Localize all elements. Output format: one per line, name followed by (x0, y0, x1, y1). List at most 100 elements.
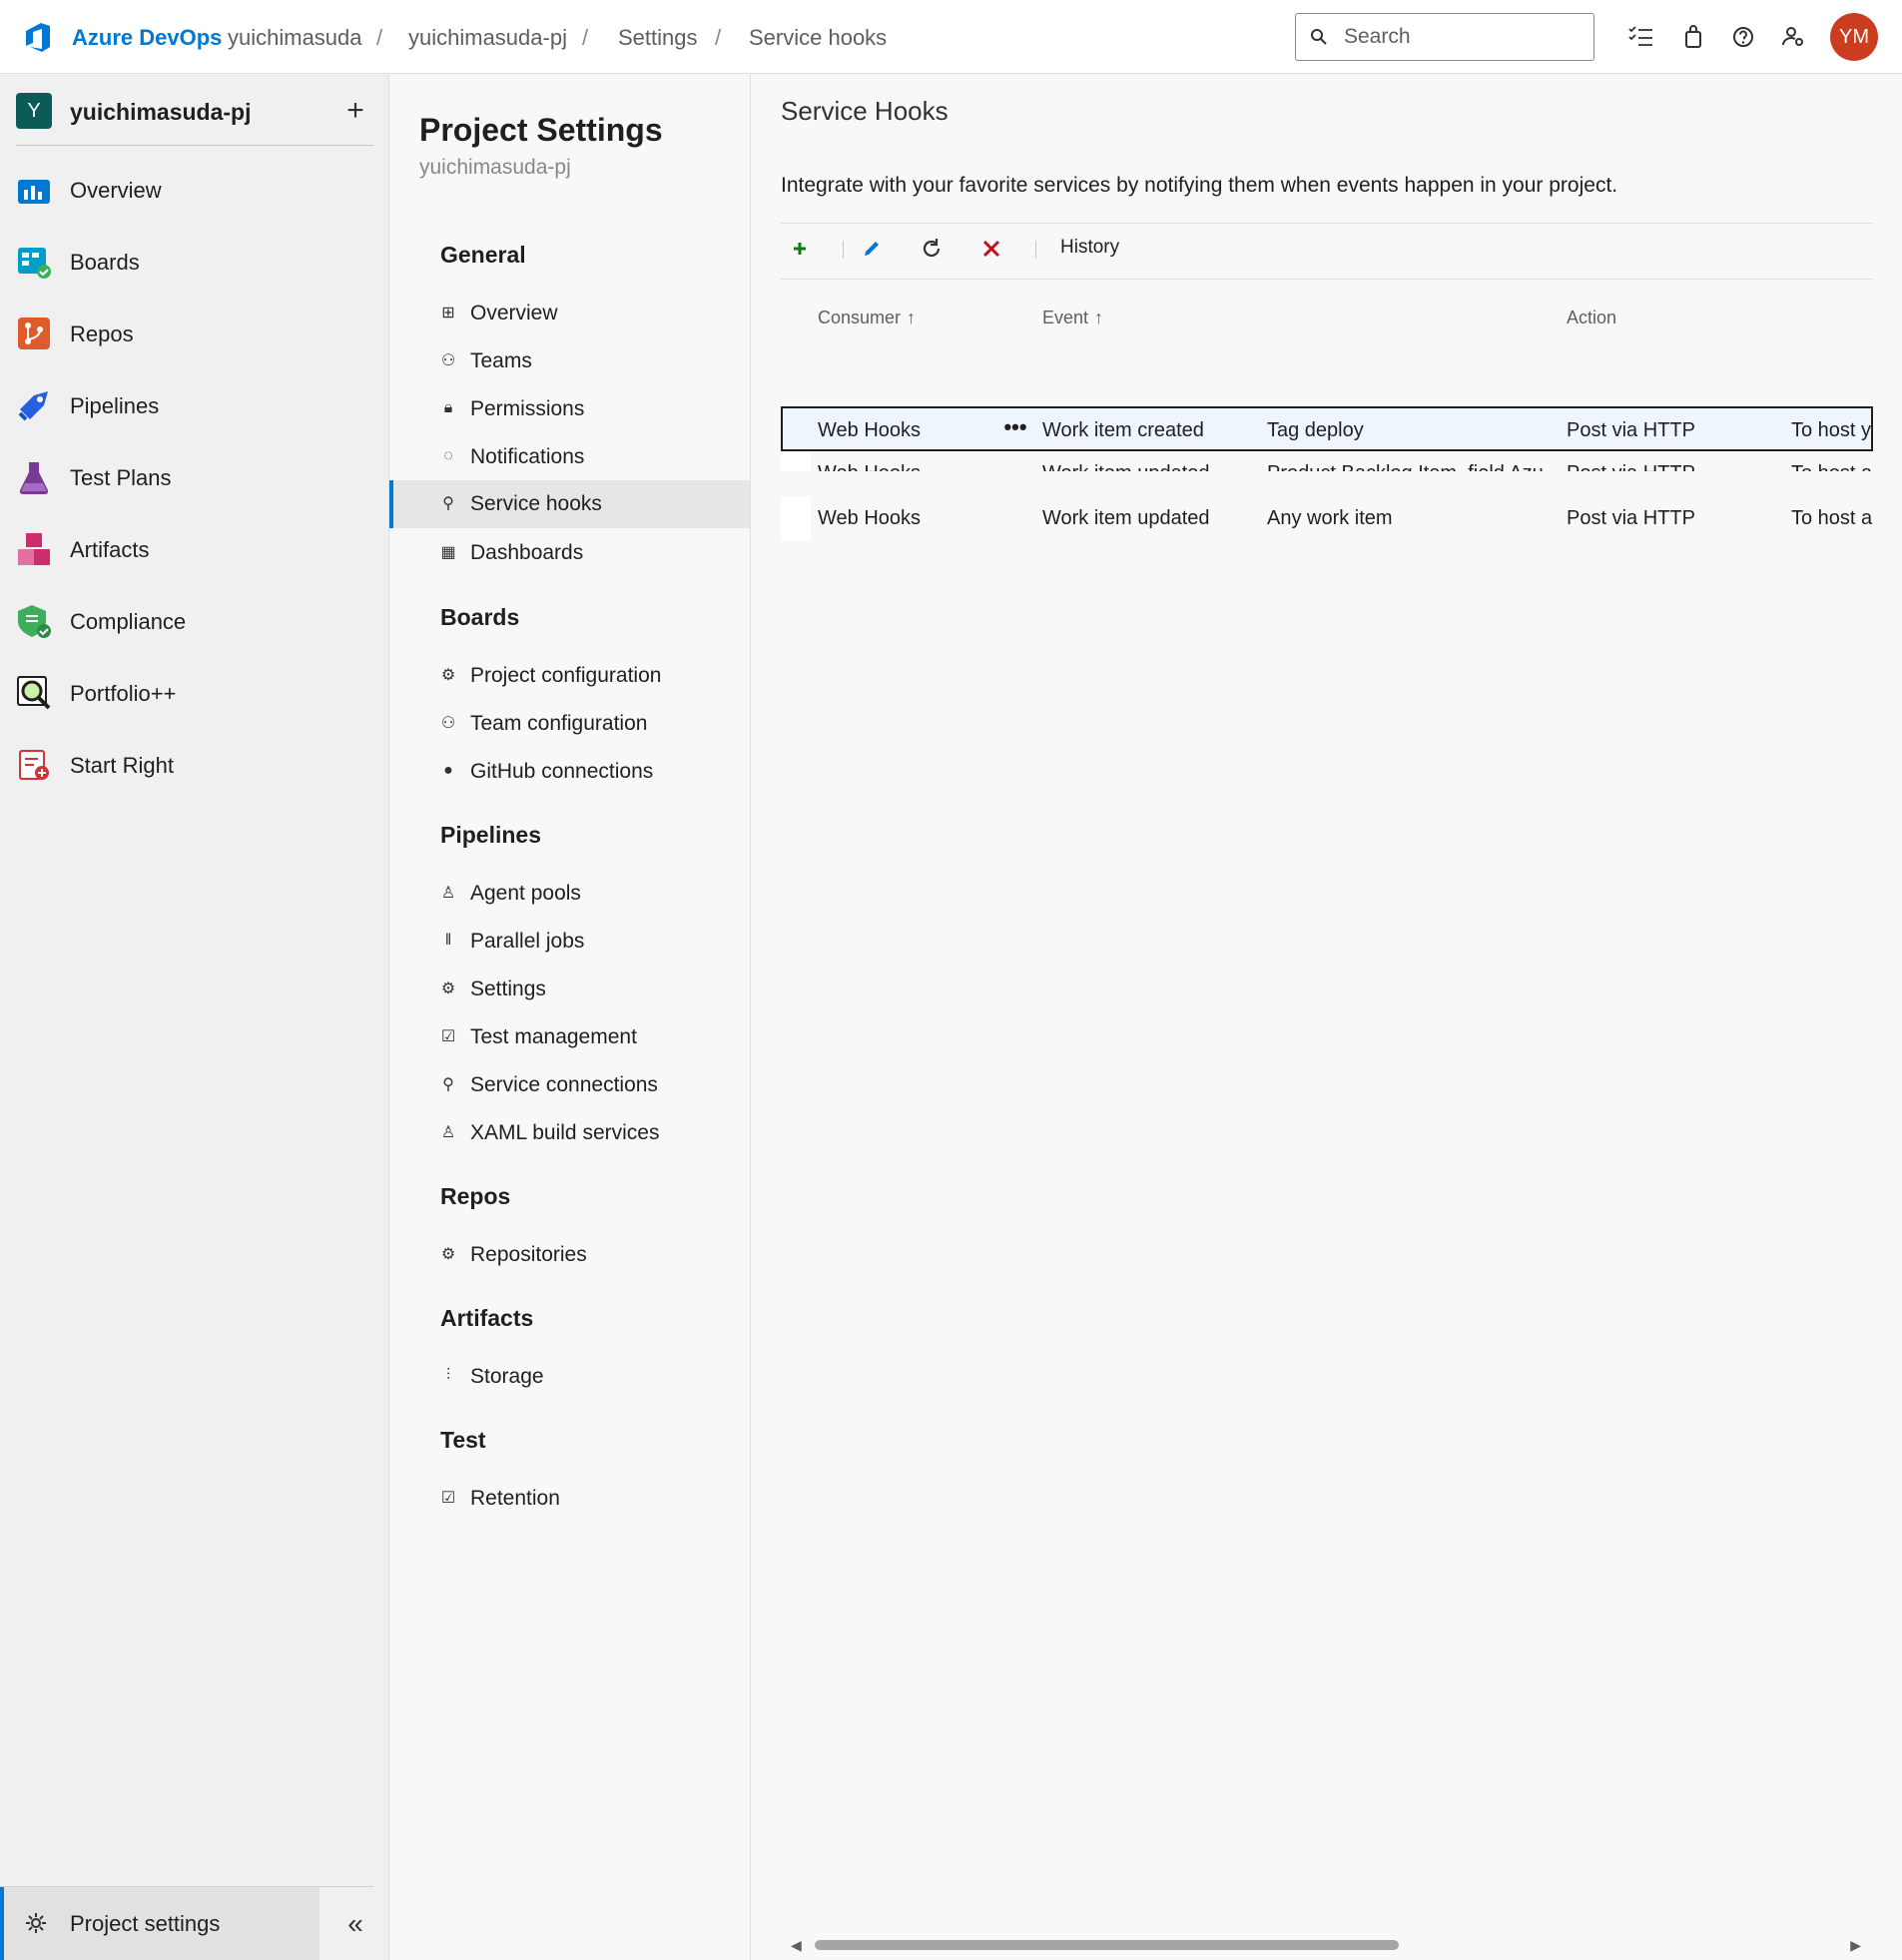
brand-name[interactable]: Azure DevOps (72, 25, 222, 51)
cell-event: Work item updated (1042, 462, 1210, 471)
section-heading-artifacts: Artifacts (440, 1305, 534, 1331)
table-row[interactable]: Web Hooks Work item updated Any work ite… (781, 496, 1873, 541)
nav-item-pipelines[interactable]: Pipelines (0, 375, 389, 435)
settings-item-overview[interactable]: ⊞ Overview (389, 290, 750, 337)
pipelines-icon (18, 391, 48, 421)
scroll-right-icon[interactable]: ▶ (1850, 1937, 1861, 1954)
edit-icon[interactable] (857, 234, 887, 264)
more-options-icon[interactable]: ••• (1000, 412, 1030, 442)
nav-item-boards[interactable]: Boards (0, 232, 389, 292)
cell-action: Post via HTTP (1567, 507, 1695, 529)
nav-item-label: Pipelines (70, 393, 160, 418)
agent-icon: ♙ (440, 885, 456, 902)
section-heading-repos: Repos (440, 1183, 511, 1209)
column-header-event[interactable]: Event ↑ (1042, 308, 1103, 328)
nav-item-label: Test Plans (70, 465, 172, 490)
settings-item-project-configuration[interactable]: ⚙ Project configuration (389, 652, 750, 700)
history-button[interactable]: History (1060, 237, 1119, 259)
nav-item-repos[interactable]: Repos (0, 304, 389, 363)
page-title: Service Hooks (781, 96, 949, 126)
refresh-icon[interactable] (917, 234, 947, 264)
breadcrumb-settings[interactable]: Settings (618, 25, 698, 51)
nav-item-overview[interactable]: Overview (0, 160, 389, 220)
cell-filter: Product Backlog Item, field Azu... (1267, 462, 1560, 471)
settings-item-storage[interactable]: ⫶ Storage (389, 1353, 750, 1401)
cell-event: Work item created (1042, 419, 1204, 441)
horizontal-scrollbar[interactable]: ◀ ▶ (791, 1937, 1861, 1954)
settings-item-agent-pools[interactable]: ♙ Agent pools (389, 870, 750, 918)
settings-item-retention[interactable]: ☑ Retention (389, 1475, 750, 1523)
compliance-icon (18, 605, 51, 638)
settings-item-label: Test management (470, 1025, 637, 1048)
nav-item-label: Portfolio++ (70, 681, 177, 706)
add-icon[interactable] (785, 234, 815, 264)
agent-icon: ♙ (440, 1124, 456, 1141)
search-box[interactable] (1295, 13, 1594, 61)
settings-item-service-hooks[interactable]: ⚲ Service hooks (389, 480, 750, 528)
sort-ascending-icon: ↑ (1094, 308, 1104, 327)
settings-item-permissions[interactable]: 🔒︎ Permissions (389, 385, 750, 433)
settings-item-github-connections[interactable]: ● GitHub connections (389, 748, 750, 796)
cell-target: To host ap (1791, 462, 1873, 471)
settings-item-repositories[interactable]: ⚙ Repositories (389, 1231, 750, 1279)
scrollbar-thumb[interactable] (815, 1940, 1399, 1950)
service-hooks-table: Consumer ↑ Event ↑ Action Web Hooks ••• Wo… (781, 292, 1873, 471)
nav-item-portfolio[interactable]: Portfolio++ (0, 663, 389, 723)
nav-item-label: Overview (70, 178, 162, 203)
help-icon[interactable] (1728, 22, 1758, 52)
top-bar: Azure DevOps yuichimasuda / yuichimasuda… (0, 0, 1902, 74)
portfolio-icon (17, 676, 51, 710)
project-settings-button[interactable]: Project settings (0, 1887, 319, 1960)
settings-item-label: Settings (470, 978, 546, 1000)
test-management-icon: ☑ (440, 1490, 456, 1507)
column-header-action[interactable]: Action (1567, 308, 1616, 328)
settings-item-label: Retention (470, 1487, 560, 1510)
azure-devops-logo-icon[interactable] (20, 20, 54, 54)
nav-item-artifacts[interactable]: Artifacts (0, 519, 389, 579)
avatar[interactable]: YM (1830, 13, 1878, 61)
breadcrumb-organization[interactable]: yuichimasuda (228, 25, 362, 51)
settings-item-label: Permissions (470, 397, 585, 420)
nav-item-test-plans[interactable]: Test Plans (0, 447, 389, 507)
task-list-icon[interactable] (1625, 22, 1655, 52)
teams-icon: ⚇ (440, 352, 456, 369)
project-name[interactable]: yuichimasuda-pj (70, 99, 251, 126)
cell-filter: Any work item (1267, 507, 1393, 529)
breadcrumb-project[interactable]: yuichimasuda-pj (408, 25, 567, 51)
settings-item-service-connections[interactable]: ⚲ Service connections (389, 1061, 750, 1109)
settings-item-test-management[interactable]: ☑ Test management (389, 1013, 750, 1061)
user-settings-icon[interactable] (1778, 22, 1808, 52)
gear-icon: ⚙ (440, 980, 456, 997)
breadcrumb-service-hooks[interactable]: Service hooks (749, 25, 887, 51)
delete-icon[interactable] (976, 234, 1006, 264)
project-header[interactable]: Y yuichimasuda-pj + (16, 93, 373, 145)
search-input[interactable] (1344, 22, 1584, 52)
divider (16, 145, 373, 146)
collapse-button[interactable]: « (335, 1904, 375, 1944)
nav-item-start-right[interactable]: Start Right (0, 735, 389, 795)
settings-item-label: Notifications (470, 445, 585, 468)
github-icon: ● (443, 762, 453, 779)
project-config-icon: ⚙ (440, 667, 456, 684)
settings-item-label: Dashboards (470, 541, 584, 564)
sort-ascending-icon: ↑ (907, 308, 917, 327)
settings-item-parallel-jobs[interactable]: ‖ Parallel jobs (389, 918, 750, 966)
column-header-consumer[interactable]: Consumer ↑ (818, 308, 916, 328)
chat-bubble-icon: ◌ (443, 447, 453, 464)
shopping-bag-icon[interactable] (1678, 22, 1708, 52)
table-row[interactable]: Web Hooks Work item updated Product Back… (781, 451, 1873, 471)
settings-item-settings[interactable]: ⚙ Settings (389, 966, 750, 1013)
scroll-left-icon[interactable]: ◀ (791, 1937, 802, 1954)
artifacts-icon (18, 533, 50, 565)
add-button[interactable]: + (337, 93, 373, 129)
nav-item-label: Artifacts (70, 537, 150, 562)
table-row[interactable]: Web Hooks ••• Work item created Tag depl… (781, 406, 1873, 451)
settings-item-teams[interactable]: ⚇ Teams (389, 337, 750, 385)
settings-item-team-configuration[interactable]: ⚇ Team configuration (389, 700, 750, 748)
settings-item-xaml-build-services[interactable]: ♙ XAML build services (389, 1109, 750, 1157)
toolbar-separator (1035, 241, 1036, 259)
settings-item-dashboards[interactable]: ▦ Dashboards (389, 529, 750, 577)
section-heading-test: Test (440, 1427, 486, 1453)
nav-item-compliance[interactable]: Compliance (0, 591, 389, 651)
settings-item-notifications[interactable]: ◌ Notifications (389, 433, 750, 481)
